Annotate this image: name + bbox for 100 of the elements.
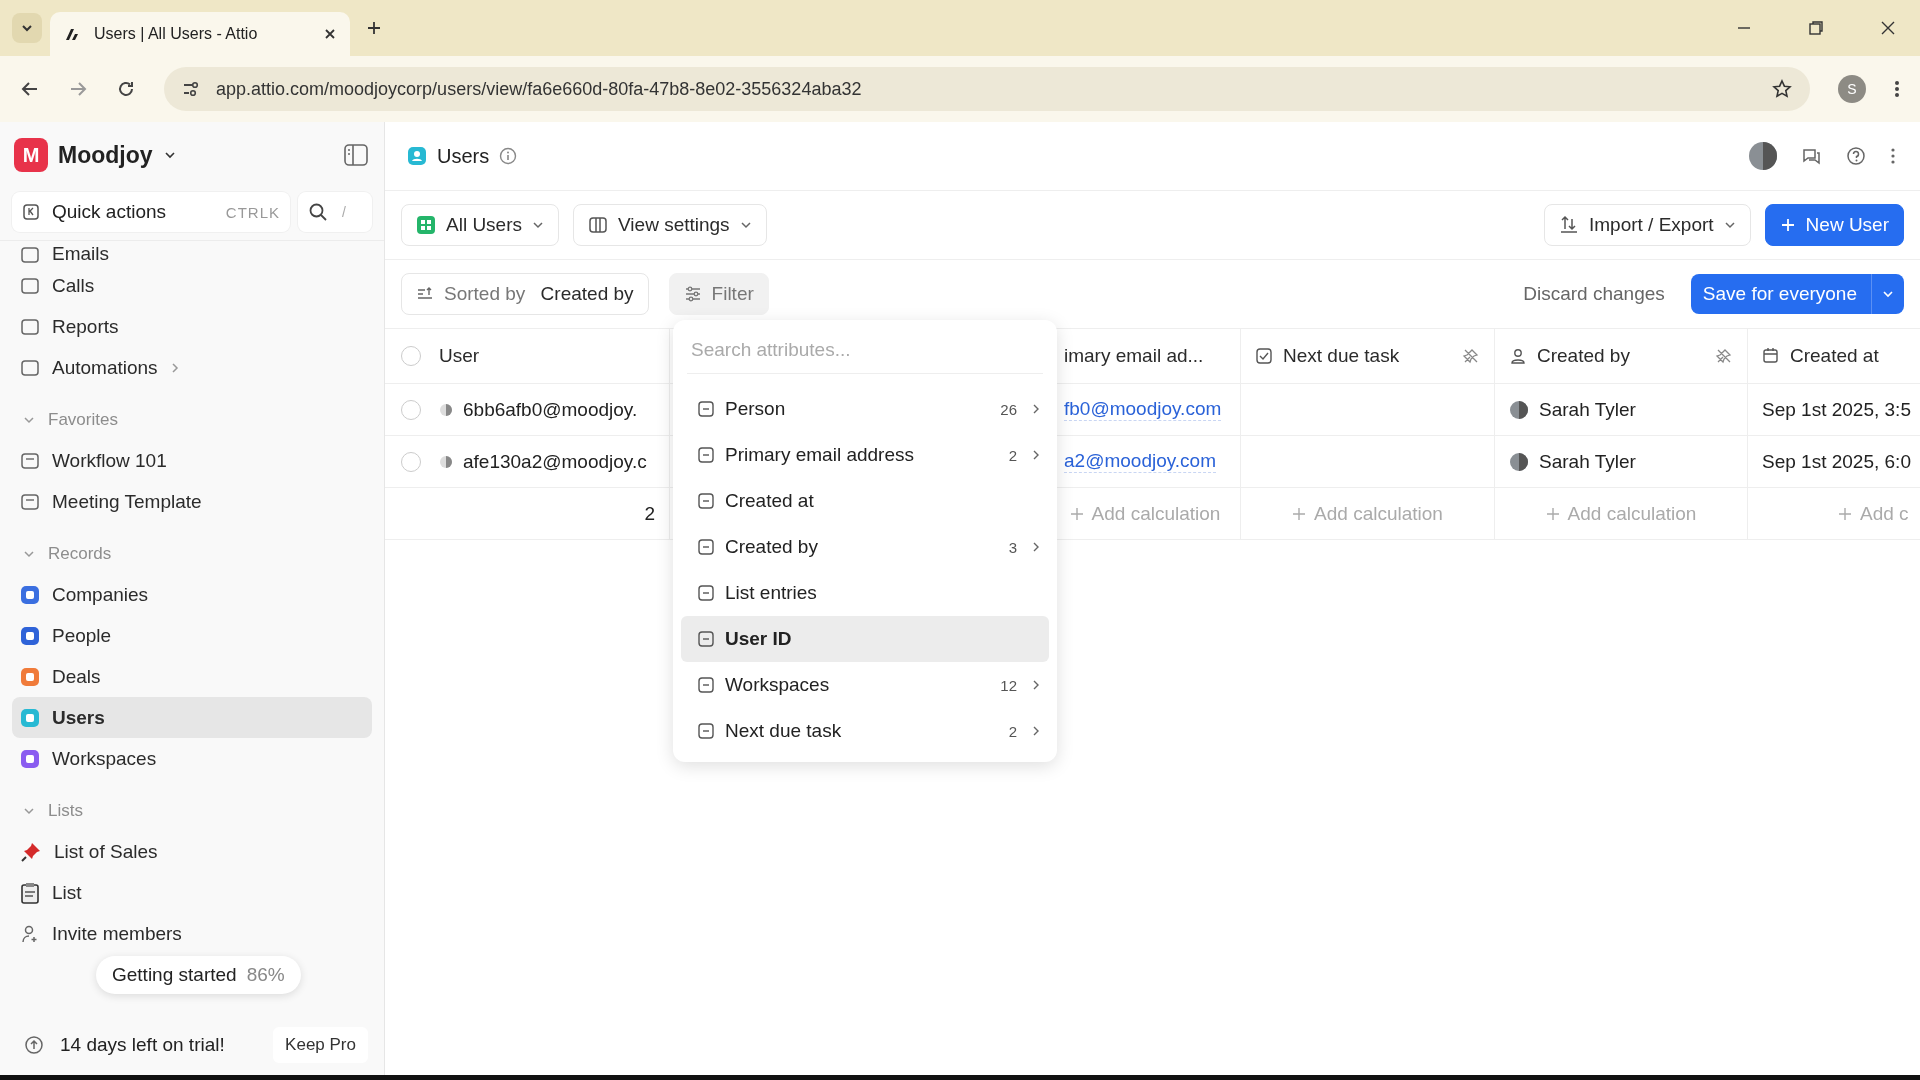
- attribute-icon: [697, 446, 715, 464]
- tab-list-button[interactable]: [12, 13, 42, 43]
- chevron-right-icon: [169, 361, 180, 374]
- template-icon: [20, 450, 40, 471]
- trial-notice: 14 days left on trial!: [60, 1034, 225, 1056]
- sidebar-item[interactable]: Reports: [12, 306, 372, 347]
- attribute-option[interactable]: Person 26: [681, 386, 1049, 432]
- attribute-option[interactable]: Created at: [681, 478, 1049, 524]
- table-cell: Sarah Tyler: [1539, 398, 1636, 421]
- chevron-down-icon: [1882, 288, 1894, 300]
- table-cell: 6bb6afb0@moodjoy.: [463, 398, 638, 421]
- workspace-switcher[interactable]: Moodjoy: [58, 141, 153, 169]
- avatar: [1509, 399, 1529, 420]
- column-header[interactable]: Created by: [1537, 345, 1630, 367]
- new-tab-icon[interactable]: [366, 20, 382, 36]
- close-icon[interactable]: [324, 28, 336, 40]
- import-export-button[interactable]: Import / Export: [1544, 204, 1751, 246]
- column-header[interactable]: Created at: [1790, 345, 1879, 367]
- invite-members-item[interactable]: Invite members: [12, 913, 372, 954]
- view-selector[interactable]: All Users: [401, 204, 559, 246]
- calendar-icon: [1762, 347, 1780, 365]
- square-icon: [20, 357, 40, 378]
- attribute-icon: [697, 400, 715, 418]
- object-icon: [20, 748, 40, 769]
- plus-icon: [1545, 506, 1560, 521]
- page-title: Users: [437, 144, 490, 168]
- discard-changes-button[interactable]: Discard changes: [1517, 282, 1671, 306]
- email-link[interactable]: fb0@moodjoy.com: [1064, 398, 1222, 421]
- plus-icon: [1838, 506, 1852, 521]
- more-icon[interactable]: [1890, 147, 1896, 165]
- column-header[interactable]: Next due task: [1283, 345, 1400, 367]
- square-icon: [20, 245, 40, 265]
- chevron-down-icon: [1723, 219, 1736, 231]
- keyboard-key-icon: [22, 203, 40, 221]
- filter-button[interactable]: Filter: [668, 273, 769, 315]
- sidebar-item[interactable]: Workflow 101: [12, 440, 372, 481]
- more-icon[interactable]: [1894, 79, 1900, 99]
- site-settings-icon[interactable]: [182, 80, 200, 98]
- save-for-everyone-button[interactable]: Save for everyone: [1690, 274, 1904, 314]
- square-icon: [20, 316, 40, 337]
- chevron-right-icon: [1031, 403, 1041, 415]
- star-icon[interactable]: [1772, 79, 1792, 99]
- object-icon: [20, 666, 40, 687]
- sidebar-item[interactable]: List of Sales: [12, 831, 372, 872]
- sidebar-item[interactable]: Workspaces: [12, 738, 372, 779]
- attribute-option[interactable]: User ID: [681, 616, 1049, 662]
- grid-icon: [416, 215, 436, 235]
- chevron-right-icon: [1031, 679, 1041, 691]
- email-link[interactable]: a2@moodjoy.com: [1064, 450, 1216, 473]
- sidebar-toggle-icon[interactable]: [344, 144, 368, 166]
- sidebar-item[interactable]: Deals: [12, 656, 372, 697]
- attribute-option[interactable]: Next due task 2: [681, 708, 1049, 754]
- sidebar-item[interactable]: Automations: [12, 347, 372, 388]
- new-user-button[interactable]: New User: [1764, 204, 1904, 246]
- column-header[interactable]: imary email ad...: [1064, 345, 1204, 367]
- users-icon: [407, 146, 427, 166]
- search-icon: [308, 202, 328, 222]
- table-cell: afe130a2@moodjoy.c: [463, 450, 647, 473]
- quick-actions-button[interactable]: Quick actions CTRLK: [12, 192, 290, 232]
- attribute-icon: [697, 538, 715, 556]
- attribute-option[interactable]: Workspaces 12: [681, 662, 1049, 708]
- table-cell: Sarah Tyler: [1539, 450, 1636, 473]
- sidebar-item[interactable]: Companies: [12, 574, 372, 615]
- sidebar-item[interactable]: List: [12, 872, 372, 913]
- sidebar-item[interactable]: Meeting Template: [12, 481, 372, 522]
- attribute-option[interactable]: Created by 3: [681, 524, 1049, 570]
- sidebar-item[interactable]: Calls: [12, 265, 372, 306]
- import-export-icon: [1559, 215, 1579, 235]
- sort-button[interactable]: Sorted by Created by: [401, 273, 649, 315]
- sidebar-item[interactable]: Emails: [12, 241, 372, 265]
- clipboard-icon: [20, 881, 40, 904]
- attribute-option[interactable]: List entries: [681, 570, 1049, 616]
- avatar: [1509, 451, 1529, 472]
- restore-icon[interactable]: [1808, 20, 1824, 36]
- chevron-down-icon: [739, 219, 752, 231]
- keep-pro-button[interactable]: Keep Pro: [273, 1027, 368, 1063]
- avatar[interactable]: [1748, 141, 1778, 171]
- table-cell: Sep 1st 2025, 6:0: [1762, 450, 1911, 473]
- getting-started-tooltip[interactable]: Getting started 86%: [96, 956, 301, 994]
- attribute-icon: [697, 492, 715, 510]
- chevron-right-icon: [1031, 541, 1041, 553]
- close-icon[interactable]: [1880, 20, 1896, 36]
- help-icon[interactable]: [1846, 146, 1866, 166]
- browser-tab[interactable]: Users | All Users - Attio: [50, 12, 350, 56]
- sidebar-item[interactable]: Users: [12, 697, 372, 738]
- sidebar-item[interactable]: People: [12, 615, 372, 656]
- reload-icon[interactable]: [116, 79, 136, 99]
- pushpin-icon: [20, 840, 42, 863]
- column-header[interactable]: User: [439, 345, 480, 367]
- attribute-icon: [697, 630, 715, 648]
- view-settings-button[interactable]: View settings: [573, 204, 767, 246]
- plus-icon: [1069, 506, 1084, 521]
- checkbox-icon: [1255, 347, 1273, 365]
- attribute-option[interactable]: Primary email address 2: [681, 432, 1049, 478]
- chat-icon[interactable]: [1802, 146, 1822, 166]
- chevron-right-icon: [1031, 725, 1041, 737]
- add-person-icon: [20, 923, 40, 944]
- info-icon[interactable]: [499, 147, 518, 165]
- record-count: 2: [644, 502, 655, 525]
- address-field[interactable]: app.attio.com/moodjoycorp/users/view/fa6e660d-80fa-47b8-8e02-3556324aba32: [164, 67, 1810, 111]
